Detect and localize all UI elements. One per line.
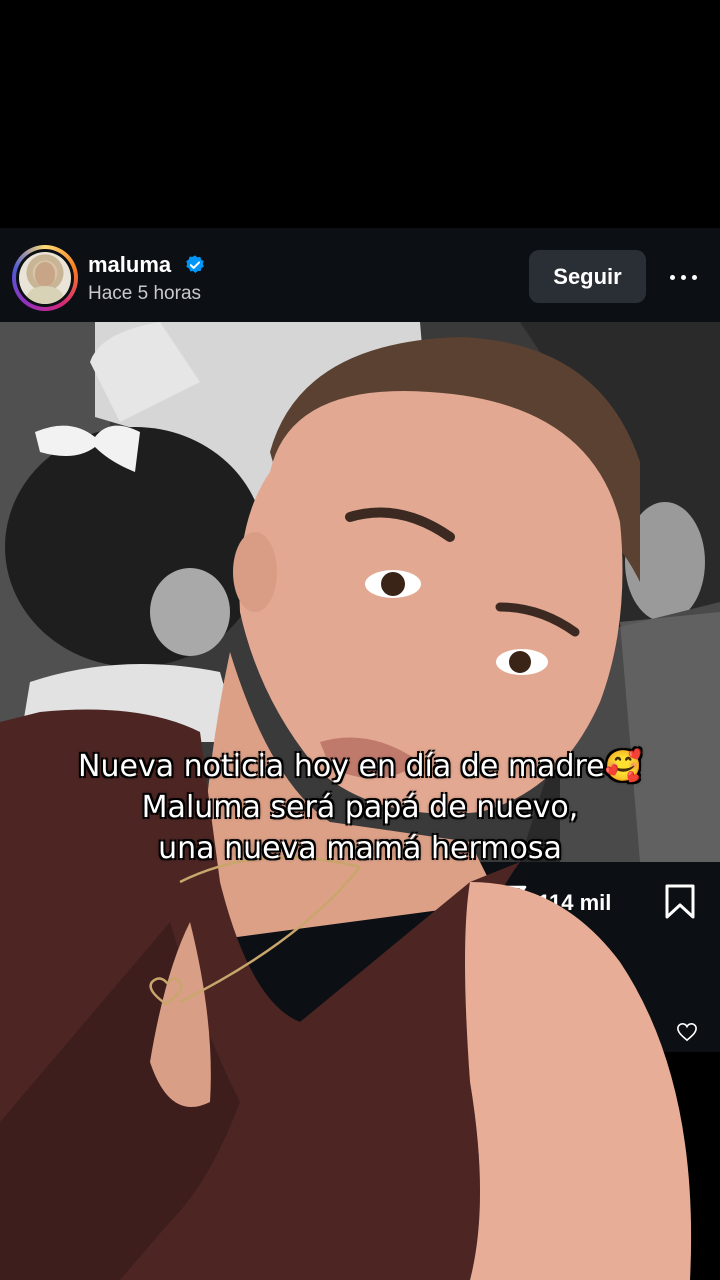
top-black-area (0, 0, 720, 228)
caption-line-3: una nueva mamá hermosa (158, 831, 562, 866)
verified-badge-icon (186, 255, 204, 273)
video-caption: Nueva noticia hoy en día de madre🥰 Malum… (0, 746, 720, 869)
avatar-shirt (27, 286, 63, 304)
more-options-icon[interactable] (666, 270, 700, 284)
avatar[interactable] (12, 245, 78, 311)
caption-line-2: Maluma será papá de nuevo, (141, 790, 579, 825)
more-dot (669, 274, 675, 280)
more-dot (691, 274, 697, 280)
avatar-border (16, 249, 74, 307)
username[interactable]: maluma (88, 253, 171, 277)
more-dot (680, 274, 686, 280)
caption-line-1: Nueva noticia hoy en día de madre🥰 (78, 749, 642, 784)
post-time: Hace 5 horas (88, 283, 202, 304)
follow-button[interactable]: Seguir (529, 250, 646, 303)
avatar-face (35, 262, 55, 286)
avatar-photo (19, 252, 71, 304)
